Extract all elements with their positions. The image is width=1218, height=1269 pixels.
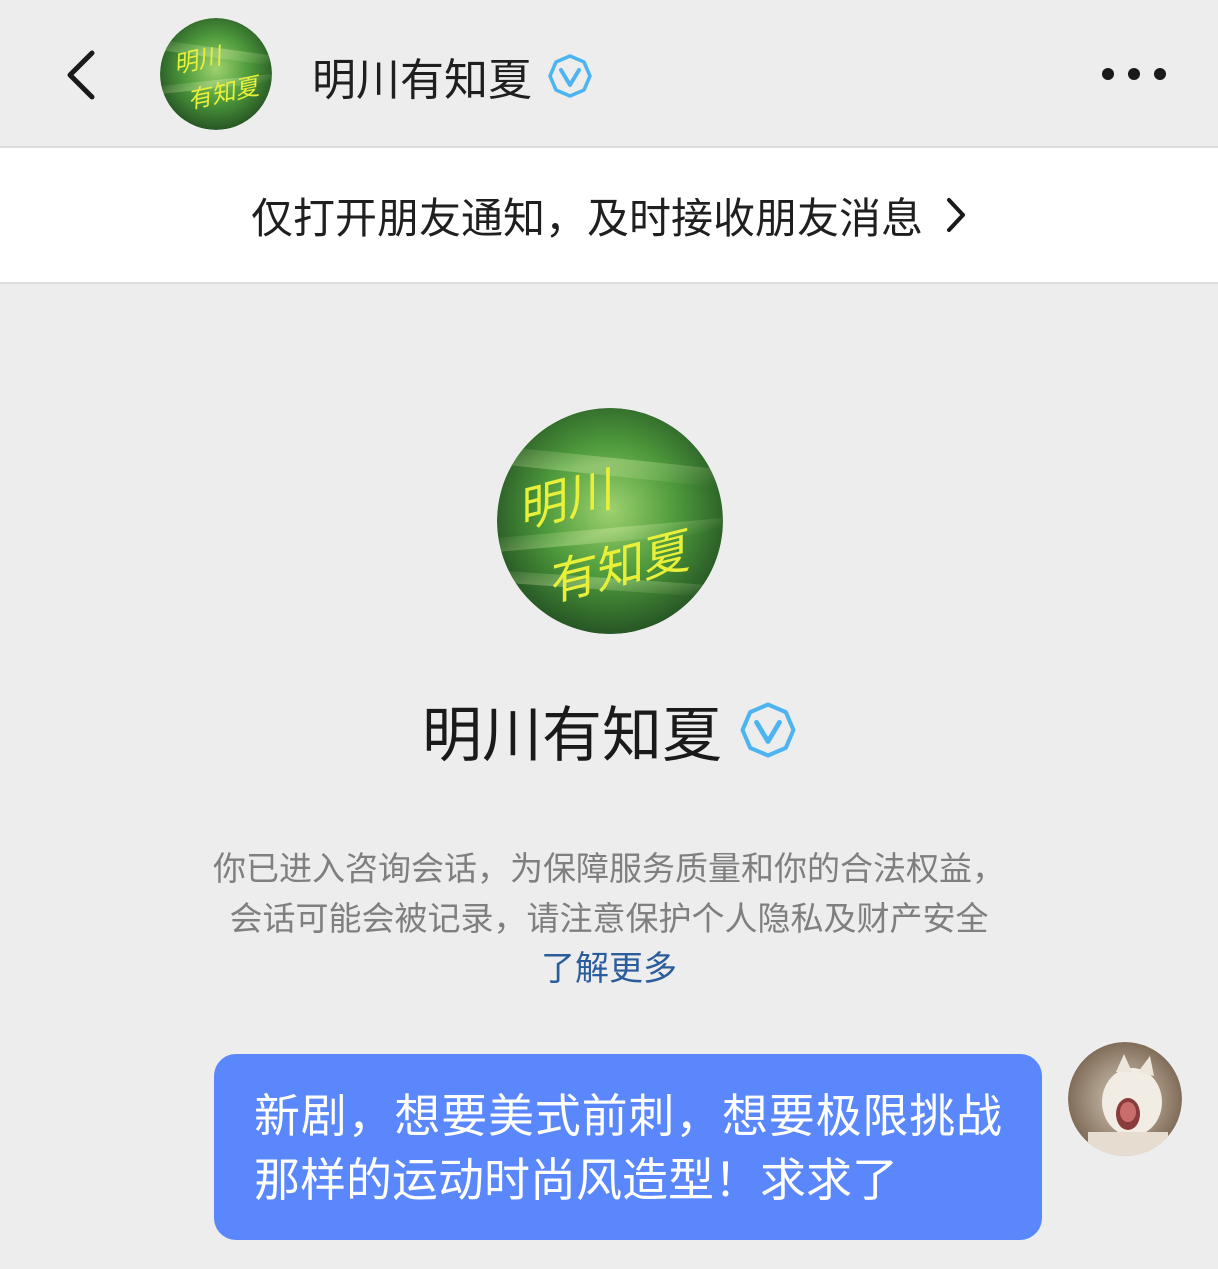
chevron-right-icon [947, 198, 965, 232]
outgoing-message-bubble[interactable]: 新剧，想要美式前刺，想要极限挑战那样的运动时尚风造型！求求了 [214, 1054, 1042, 1240]
chat-title[interactable]: 明川有知夏 [312, 46, 592, 106]
profile-name: 明川有知夏 [0, 690, 1218, 771]
message-text: 新剧，想要美式前刺，想要极限挑战那样的运动时尚风造型！求求了 [254, 1089, 1002, 1207]
profile-name-text: 明川有知夏 [422, 700, 722, 771]
consultation-disclaimer: 你已进入咨询会话，为保障服务质量和你的合法权益， 会话可能会被记录，请注意保护个… [120, 844, 1098, 944]
more-options-button[interactable] [1094, 52, 1174, 96]
more-dot-icon [1128, 68, 1140, 80]
chat-avatar[interactable]: 明川 有知夏 [160, 18, 272, 130]
my-avatar[interactable] [1068, 1042, 1182, 1156]
profile-avatar-image: 明川 有知夏 [497, 408, 723, 634]
verified-icon [548, 54, 592, 98]
more-dot-icon [1154, 68, 1166, 80]
disclaimer-line-1: 你已进入咨询会话，为保障服务质量和你的合法权益， [213, 849, 1005, 888]
avatar-image: 明川 有知夏 [160, 18, 272, 130]
profile-avatar[interactable]: 明川 有知夏 [497, 408, 723, 634]
back-button[interactable] [50, 40, 110, 110]
notification-banner-text: 仅打开朋友通知，及时接收朋友消息 [250, 193, 923, 243]
more-dot-icon [1102, 68, 1114, 80]
cat-avatar-image [1068, 1042, 1182, 1156]
top-navigation-bar: 明川 有知夏 明川有知夏 [0, 0, 1218, 148]
friend-notification-banner[interactable]: 仅打开朋友通知，及时接收朋友消息 [0, 148, 1218, 284]
verified-icon [740, 702, 796, 758]
chevron-left-icon [67, 50, 95, 100]
disclaimer-line-2: 会话可能会被记录，请注意保护个人隐私及财产安全 [229, 899, 989, 938]
chat-title-text: 明川有知夏 [312, 55, 532, 106]
learn-more-link[interactable]: 了解更多 [0, 944, 1218, 994]
